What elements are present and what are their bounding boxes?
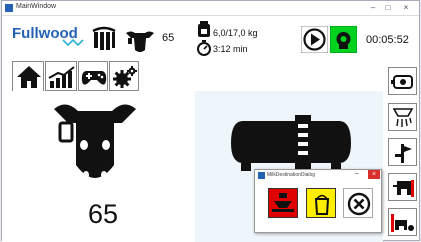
- milk-to-waste-button[interactable]: [268, 188, 298, 218]
- cancel-button[interactable]: [343, 188, 373, 218]
- dialog-close-button[interactable]: ×: [368, 170, 380, 179]
- gate-icon: [395, 144, 412, 163]
- cow-head-large-icon: [54, 104, 136, 179]
- app-icon: [5, 4, 13, 12]
- side-button-cow-entry[interactable]: [388, 208, 417, 236]
- chart-icon: [48, 66, 75, 88]
- clock: 00:05:52: [366, 34, 409, 46]
- home-icon: [17, 66, 41, 88]
- header-bar: Fullwood 65 6,0/17,0 kg 3:12 min 00:05:5…: [2, 16, 419, 61]
- side-button-feeding[interactable]: [388, 67, 417, 95]
- cow-panel: 65: [2, 91, 195, 242]
- dialog-minimize-button[interactable]: –: [355, 170, 359, 177]
- milk-tank-icon: [231, 115, 351, 173]
- tab-statistics[interactable]: [45, 61, 77, 91]
- cow-entry-icon: [391, 214, 414, 232]
- timer-icon: [197, 40, 211, 56]
- milk-amount: 6,0/17,0 kg: [213, 28, 258, 38]
- milk-bucket-icon: [314, 194, 330, 215]
- gear-icon: [113, 66, 137, 88]
- gamepad-icon: [81, 71, 107, 85]
- milk-jar-icon: [198, 21, 210, 37]
- stall-status-indicator: [330, 26, 357, 53]
- title-bar: MainWindow – □ ×: [2, 1, 419, 16]
- side-button-cow-exit[interactable]: [388, 173, 417, 201]
- milk-cluster-icon: [92, 26, 116, 50]
- dialog-app-icon: [258, 172, 265, 179]
- side-button-rinse[interactable]: [388, 103, 417, 131]
- close-button[interactable]: ×: [400, 3, 412, 12]
- dialog-title: MilkDestinationDialog: [267, 172, 316, 178]
- tab-settings[interactable]: [109, 61, 139, 91]
- maximize-button[interactable]: □: [382, 3, 394, 12]
- window-title: MainWindow: [16, 3, 57, 10]
- minimize-button[interactable]: –: [367, 3, 379, 12]
- milk-to-bucket-button[interactable]: [306, 188, 336, 218]
- milk-discard-icon: [272, 193, 294, 212]
- cow-number: 65: [88, 199, 119, 229]
- milk-destination-dialog: MilkDestinationDialog – ×: [254, 169, 382, 233]
- logo-wave-icon: [62, 38, 84, 46]
- rinse-icon: [392, 108, 414, 127]
- play-button[interactable]: [301, 26, 328, 53]
- cow-head-icon: [126, 31, 154, 52]
- header-cow-number: 65: [162, 32, 175, 44]
- cancel-icon: [347, 192, 371, 216]
- cow-exit-icon: [393, 180, 414, 197]
- feeder-icon: [391, 75, 413, 89]
- tab-home[interactable]: [12, 61, 44, 91]
- side-button-gate[interactable]: [388, 138, 417, 166]
- milk-time: 3:12 min: [213, 44, 248, 54]
- tab-manual-control[interactable]: [78, 61, 108, 91]
